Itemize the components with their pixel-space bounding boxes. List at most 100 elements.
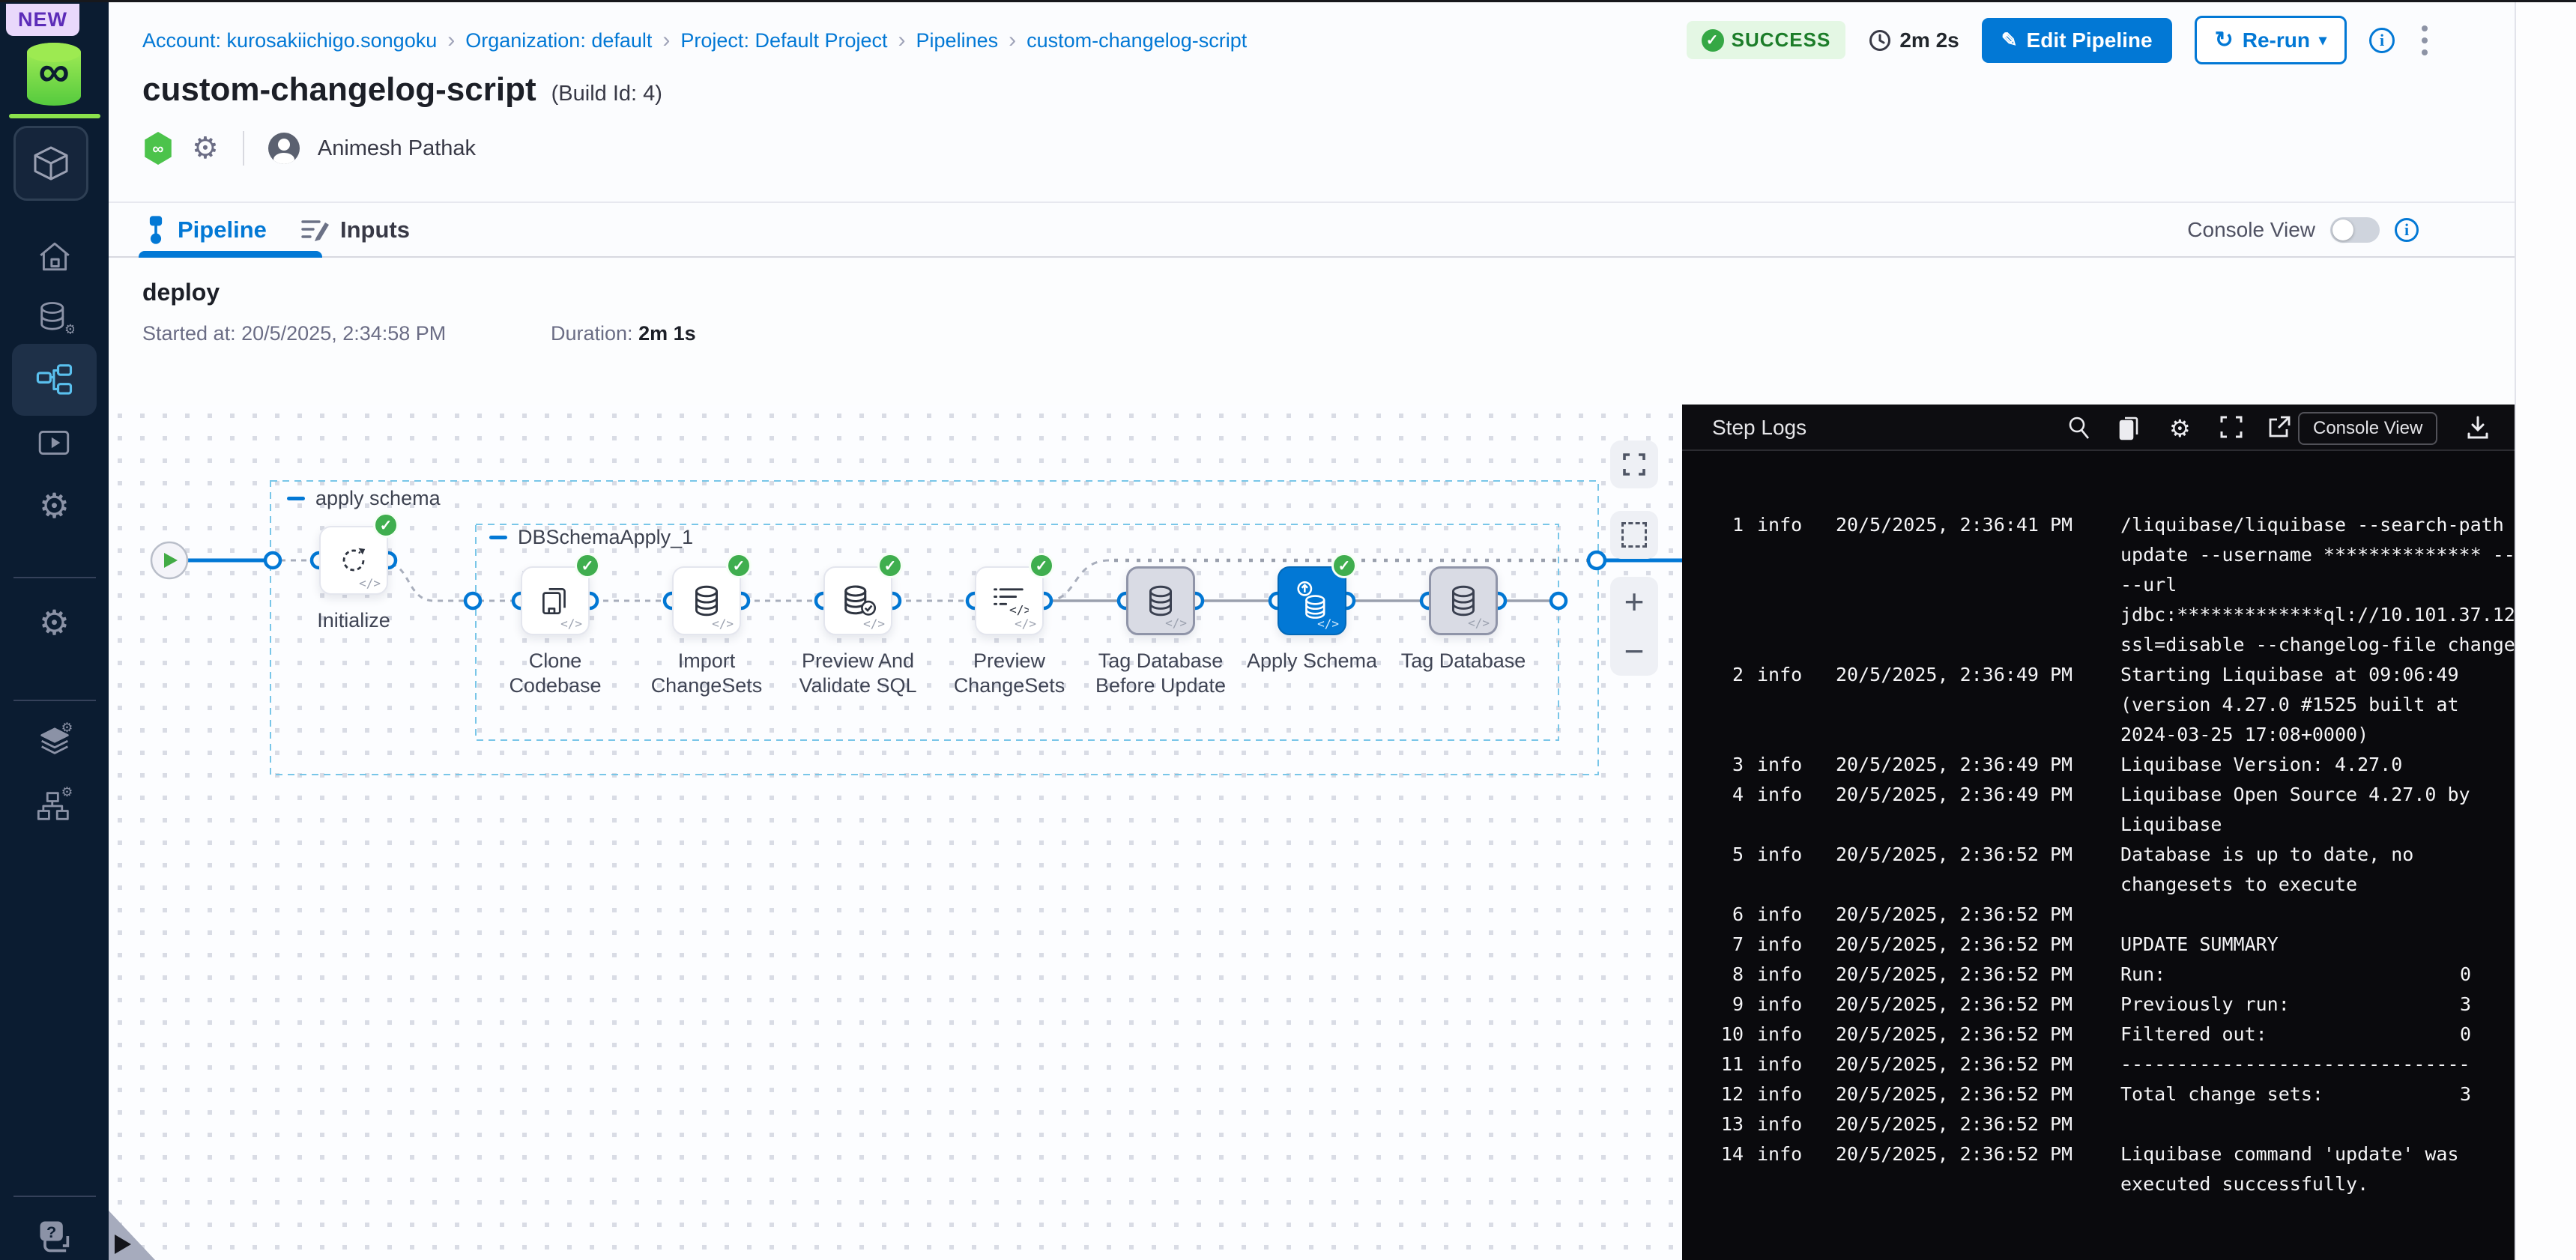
pencil-icon: ✎ (2001, 28, 2018, 52)
pipeline-node-tag-db-before-update[interactable]: </> (1126, 566, 1195, 635)
harness-dbops-logo[interactable]: ∞ (16, 39, 91, 111)
console-view-toggle[interactable] (2330, 217, 2380, 243)
log-row: 12info20/5/2025, 2:36:52 PMTotal change … (1682, 1083, 2515, 1113)
node-label: Preview And Validate SQL (787, 649, 929, 698)
sidebar-item-executions[interactable] (0, 425, 109, 460)
stepgroup-label[interactable]: DBSchemaApply_1 (489, 526, 693, 549)
stage-name: deploy (142, 279, 220, 306)
left-nav-rail: NEW ∞ ⚙ (0, 0, 109, 1260)
log-message: jdbc:*************ql://10.101.37.129 (2120, 604, 2515, 626)
info-icon[interactable]: i (2369, 28, 2395, 53)
step-success-icon: ✓ (877, 553, 903, 578)
log-level: info (1757, 1113, 1802, 1135)
tab-pipeline[interactable]: Pipeline (145, 203, 267, 256)
log-row: 3info20/5/2025, 2:36:49 PMLiquibase Vers… (1682, 754, 2515, 784)
zoom-in-button[interactable]: + (1624, 584, 1645, 619)
node-label: Tag Database (1392, 649, 1535, 673)
step-logs-title: Step Logs (1712, 405, 1806, 451)
breadcrumb-item[interactable]: Project: Default Project (680, 29, 887, 52)
gear-icon[interactable]: ⚙ (2168, 414, 2195, 441)
log-output[interactable]: 1info20/5/2025, 2:36:41 PM/liquibase/liq… (1682, 451, 2515, 1260)
canvas-select-tool-button[interactable] (1610, 511, 1658, 559)
log-row: 11info20/5/2025, 2:36:52 PM-------------… (1682, 1053, 2515, 1083)
pipeline-canvas[interactable]: apply schema DBSchemaApply_1 </>✓Initial… (109, 405, 1682, 1260)
sidebar-item-settings-2[interactable]: ⚙ (0, 605, 109, 640)
svg-text:⚙: ⚙ (61, 721, 73, 735)
sidebar-item-settings-1[interactable]: ⚙ (0, 488, 109, 523)
tab-pipeline-label: Pipeline (178, 216, 267, 243)
expand-panel-icon[interactable] (115, 1235, 131, 1254)
code-glyph-icon: </> (712, 617, 734, 631)
breadcrumb-item[interactable]: Account: kurosakiichigo.songoku (142, 29, 437, 52)
duration-value: 2m 1s (638, 322, 696, 345)
sidebar-item-infrastructure[interactable]: ⚙ (0, 787, 109, 826)
layers-gear-icon: ⚙ (35, 721, 74, 760)
gear-icon[interactable]: ⚙ (192, 133, 219, 163)
log-line-number: 9 (1682, 993, 1744, 1015)
log-timestamp: 20/5/2025, 2:36:52 PM (1836, 1053, 2072, 1075)
zoom-out-button[interactable]: − (1624, 634, 1645, 668)
log-row: 14info20/5/2025, 2:36:52 PMLiquibase com… (1682, 1143, 2515, 1173)
log-line-number: 6 (1682, 903, 1744, 925)
pipeline-node-apply-schema[interactable]: </> (1278, 566, 1346, 635)
fullscreen-icon[interactable] (2219, 414, 2244, 440)
log-timestamp: 20/5/2025, 2:36:52 PM (1836, 963, 2072, 985)
log-message: executed successfully. (2120, 1173, 2515, 1195)
new-badge: NEW (6, 4, 79, 36)
log-message: ssl=disable --changelog-file changelo (2120, 634, 2515, 655)
stage-info: deploy Started at: 20/5/2025, 2:34:58 PM… (109, 259, 2515, 405)
collapse-icon[interactable] (489, 536, 507, 539)
sidebar-item-pipelines-active[interactable] (12, 344, 97, 416)
log-row: Liquibase (1682, 814, 2515, 843)
rerun-button[interactable]: ↻ Re-run ▾ (2195, 16, 2347, 64)
log-level: info (1757, 784, 1802, 805)
pipeline-node-import-changesets[interactable]: </> (672, 566, 741, 635)
pipeline-node-initialize[interactable]: </> (319, 526, 388, 595)
selection-icon (1621, 522, 1647, 548)
success-check-icon: ✓ (1702, 29, 1724, 52)
pipeline-node-clone-codebase[interactable]: </> (521, 566, 590, 635)
search-icon[interactable] (2066, 414, 2091, 441)
module-selector-button[interactable] (13, 126, 88, 201)
tab-inputs[interactable]: Inputs (300, 203, 410, 256)
log-level: info (1757, 993, 1802, 1015)
sidebar-item-environments[interactable]: ⚙ (0, 721, 109, 760)
sidebar-item-databases[interactable]: ⚙ (0, 298, 109, 337)
console-view-button[interactable]: Console View (2298, 412, 2437, 445)
rerun-label: Re-run (2243, 28, 2310, 52)
collapse-icon[interactable] (287, 497, 305, 500)
open-in-new-icon[interactable] (2267, 414, 2292, 440)
svg-text:⚙: ⚙ (61, 787, 73, 799)
code-glyph-icon: </> (1015, 617, 1036, 631)
pipeline-node-tag-database[interactable]: </> (1429, 566, 1498, 635)
breadcrumb-item[interactable]: custom-changelog-script (1027, 29, 1247, 52)
active-tab-underline (139, 251, 322, 258)
log-timestamp: 20/5/2025, 2:36:52 PM (1836, 993, 2072, 1015)
divider (243, 131, 244, 166)
breadcrumb-item[interactable]: Organization: default (465, 29, 652, 52)
breadcrumb-separator: › (1009, 28, 1016, 53)
stage-started: Started at: 20/5/2025, 2:34:58 PM (142, 322, 446, 345)
download-icon[interactable] (2464, 414, 2491, 441)
ci-hexagon-icon: ∞ (142, 131, 174, 166)
edit-pipeline-button[interactable]: ✎ Edit Pipeline (1982, 18, 2172, 63)
log-row: changesets to execute (1682, 873, 2515, 903)
breadcrumb-item[interactable]: Pipelines (916, 29, 999, 52)
canvas-fullscreen-button[interactable] (1610, 440, 1658, 488)
log-level: info (1757, 903, 1802, 925)
sidebar-item-help[interactable]: ? (0, 1218, 109, 1254)
hierarchy-gear-icon: ⚙ (35, 787, 74, 826)
pipeline-node-preview-validate-sql[interactable]: </> (823, 566, 892, 635)
info-icon[interactable]: i (2395, 218, 2419, 242)
log-message: update --username ************** --pa (2120, 544, 2515, 566)
log-timestamp: 20/5/2025, 2:36:52 PM (1836, 1023, 2072, 1045)
home-icon (36, 238, 73, 276)
sidebar-item-home[interactable] (0, 238, 109, 276)
stage-group-label[interactable]: apply schema (287, 487, 441, 510)
pipeline-node-preview-changesets[interactable]: </></> (975, 566, 1044, 635)
step-success-icon: ✓ (575, 553, 600, 578)
copy-icon[interactable] (2115, 414, 2142, 441)
more-options-menu[interactable] (2417, 21, 2432, 60)
log-timestamp: 20/5/2025, 2:36:52 PM (1836, 1083, 2072, 1105)
code-glyph-icon: </> (863, 617, 885, 631)
